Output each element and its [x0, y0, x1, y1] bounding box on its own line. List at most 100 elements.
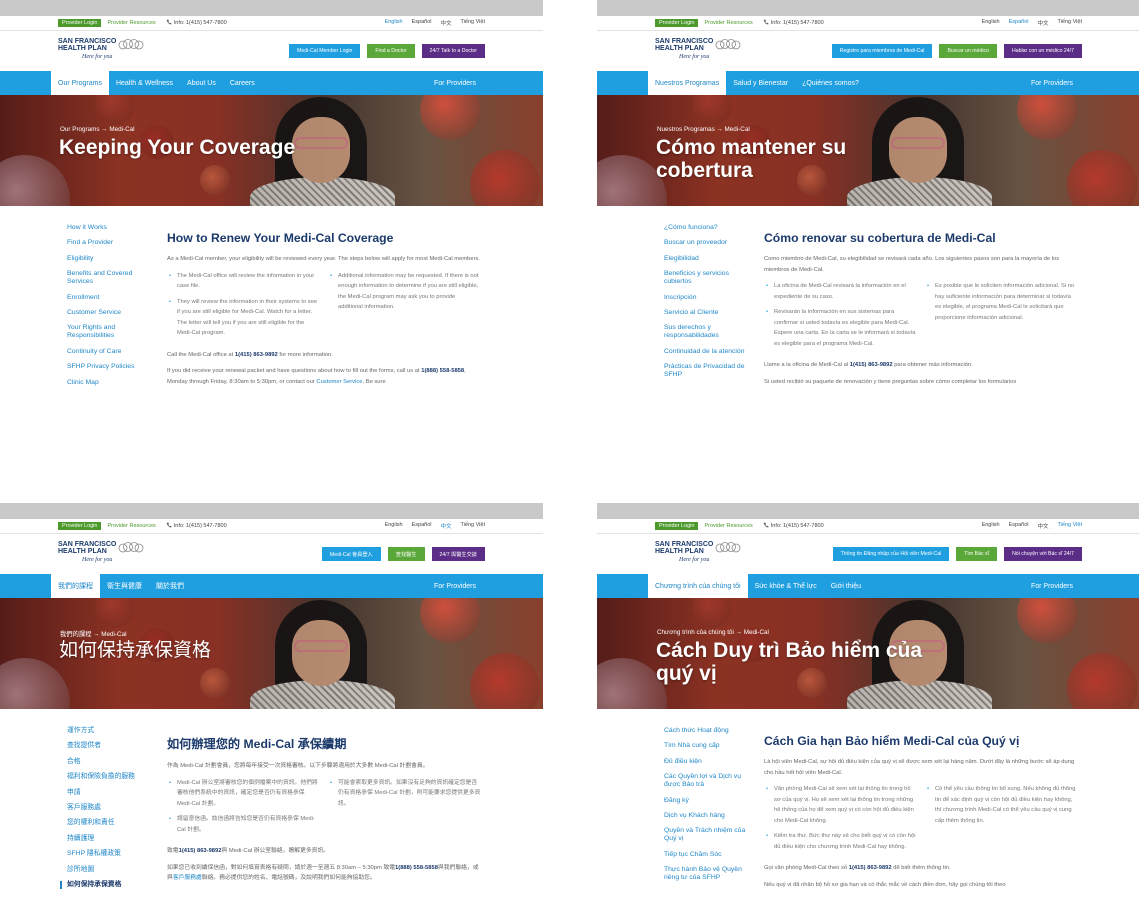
talk-to-doctor-button[interactable]: Nói chuyện với Bác sĩ 24/7	[1004, 547, 1082, 561]
customer-service-link[interactable]: 客戶服務處	[173, 875, 202, 881]
sidebar-item[interactable]: 查找提供者	[67, 742, 151, 750]
language-link[interactable]: Tiếng Việt	[1058, 19, 1082, 27]
language-link[interactable]: 中文	[441, 522, 452, 530]
provider-login-button[interactable]: Provider Login	[58, 19, 102, 27]
member-login-button[interactable]: Medi-Cal Member Login	[289, 44, 361, 58]
provider-resources-link[interactable]: Provider Resources	[704, 20, 752, 26]
sidebar-item[interactable]: 您的權利和責任	[67, 819, 151, 827]
nav-tab[interactable]: ¿Quiénes somos?	[795, 71, 866, 95]
sidebar-item[interactable]: Đăng ký	[664, 797, 748, 805]
language-link[interactable]: English	[982, 19, 1000, 27]
sidebar-item[interactable]: Tiếp tục Chăm Sóc	[664, 851, 748, 859]
language-link[interactable]: Español	[412, 19, 432, 27]
for-providers-link[interactable]: For Providers	[434, 80, 476, 87]
provider-login-button[interactable]: Provider Login	[58, 522, 102, 530]
sidebar-item[interactable]: 診所地圖	[67, 866, 151, 874]
sidebar-item[interactable]: SFHP Privacy Policies	[67, 363, 151, 371]
nav-tab[interactable]: Our Programs	[51, 71, 109, 95]
sidebar-item[interactable]: Customer Service	[67, 309, 151, 317]
provider-resources-link[interactable]: Provider Resources	[107, 20, 155, 26]
language-link[interactable]: 中文	[441, 19, 452, 27]
nav-tab[interactable]: Sức khỏe & Thể lực	[748, 574, 824, 598]
nav-tab[interactable]: About Us	[180, 71, 223, 95]
customer-service-link[interactable]: Customer Service	[316, 379, 362, 385]
language-link[interactable]: 中文	[1038, 19, 1049, 27]
for-providers-link[interactable]: For Providers	[1031, 80, 1073, 87]
sidebar-item[interactable]: 福利和保險負擔的服務	[67, 773, 151, 781]
language-link[interactable]: Español	[1009, 19, 1029, 27]
sidebar-item[interactable]: Dịch vụ Khách hàng	[664, 812, 748, 820]
sidebar-item[interactable]: Enrollment	[67, 294, 151, 302]
member-login-button[interactable]: Registro para miembros de Medi-Cal	[831, 44, 933, 58]
find-doctor-button[interactable]: Buscar un médico	[939, 44, 997, 58]
talk-to-doctor-button[interactable]: Hablar con un médico 24/7	[1004, 44, 1082, 58]
for-providers-link[interactable]: For Providers	[1031, 583, 1073, 590]
sidebar-item[interactable]: 客戶服務處	[67, 804, 151, 812]
find-doctor-button[interactable]: 查找醫生	[387, 547, 425, 561]
nav-tab[interactable]: 衛生與健康	[100, 574, 149, 598]
for-providers-link[interactable]: For Providers	[434, 583, 476, 590]
provider-login-button[interactable]: Provider Login	[655, 522, 699, 530]
sidebar-item[interactable]: Quyền và Trách nhiệm của Quý vị	[664, 827, 748, 843]
language-link[interactable]: 中文	[1038, 522, 1049, 530]
sidebar-item[interactable]: Sus derechos y responsabilidades	[664, 324, 748, 340]
sidebar-item[interactable]: 如何保持承保資格	[60, 880, 151, 889]
provider-resources-link[interactable]: Provider Resources	[107, 523, 155, 529]
sidebar-item[interactable]: Elegibilidad	[664, 255, 748, 263]
sidebar-item[interactable]: 持續護理	[67, 835, 151, 843]
sidebar-item[interactable]: Servicio al Cliente	[664, 309, 748, 317]
sidebar-item[interactable]: Clinic Map	[67, 379, 151, 387]
sidebar-item[interactable]: Thực hành Bảo vệ Quyền riêng tư của SFHP	[664, 866, 748, 882]
sidebar-item[interactable]: Tìm Nhà cung cấp	[664, 742, 748, 750]
sfhp-logo[interactable]: SAN FRANCISCO HEALTH PLAN Here for you	[655, 38, 765, 64]
language-link[interactable]: English	[982, 522, 1000, 530]
nav-tab[interactable]: Nuestros Programas	[648, 71, 727, 95]
sfhp-logo[interactable]: SAN FRANCISCO HEALTH PLAN Here for you	[58, 541, 168, 567]
talk-to-doctor-button[interactable]: 24/7 與醫生交談	[431, 547, 485, 561]
sidebar-item[interactable]: Continuity of Care	[67, 348, 151, 356]
provider-resources-link[interactable]: Provider Resources	[704, 523, 752, 529]
sidebar-item[interactable]: Đủ điều kiện	[664, 758, 748, 766]
sidebar-item[interactable]: How it Works	[67, 224, 151, 232]
bullet-item: 請留意信函。該信函將告知您是否仍有資格參保 Medi-Cal 計劃。	[167, 814, 320, 835]
nav-tab[interactable]: Health & Wellness	[109, 71, 180, 95]
sidebar-item[interactable]: 運作方式	[67, 727, 151, 735]
sidebar-item[interactable]: 合格	[67, 758, 151, 766]
provider-login-button[interactable]: Provider Login	[655, 19, 699, 27]
sidebar-item[interactable]: Buscar un proveedor	[664, 239, 748, 247]
nav-tab[interactable]: Giới thiệu	[824, 574, 868, 598]
nav-tab[interactable]: Careers	[223, 71, 262, 95]
sidebar-item[interactable]: Cách thức Hoạt động	[664, 727, 748, 735]
nav-tab[interactable]: Chương trình của chúng tôi	[648, 574, 748, 598]
language-link[interactable]: Tiếng Việt	[461, 522, 485, 530]
language-link[interactable]: English	[385, 19, 403, 27]
language-link[interactable]: Español	[412, 522, 432, 530]
sidebar-item[interactable]: Benefits and Covered Services	[67, 270, 151, 286]
sidebar-item[interactable]: Các Quyền lợi và Dịch vụ được Bảo trả	[664, 773, 748, 789]
find-doctor-button[interactable]: Tìm Bác sĩ	[956, 547, 998, 561]
bullet-item: Có thể yêu cầu thông tin bổ sung. Nếu kh…	[925, 784, 1078, 826]
sidebar-item[interactable]: SFHP 隱私權政策	[67, 850, 151, 858]
language-link[interactable]: English	[385, 522, 403, 530]
sidebar-item[interactable]: Find a Provider	[67, 239, 151, 247]
sidebar-item[interactable]: 申請	[67, 789, 151, 797]
sfhp-logo[interactable]: SAN FRANCISCO HEALTH PLAN Here for you	[58, 38, 168, 64]
language-link[interactable]: Español	[1009, 522, 1029, 530]
sidebar-item[interactable]: Eligibility	[67, 255, 151, 263]
language-link[interactable]: Tiếng Việt	[1058, 522, 1082, 530]
sidebar-item[interactable]: Beneficios y servicios cubiertos	[664, 270, 748, 286]
sidebar-item[interactable]: Inscripción	[664, 294, 748, 302]
nav-tab[interactable]: 我們的課程	[51, 574, 100, 598]
sidebar-item[interactable]: ¿Cómo funciona?	[664, 224, 748, 232]
nav-tab[interactable]: Salud y Bienestar	[726, 71, 795, 95]
sidebar-item[interactable]: Your Rights and Responsibilities	[67, 324, 151, 340]
member-login-button[interactable]: Thông tin Đăng nhập của Hội viên Medi-Ca…	[832, 547, 950, 561]
find-doctor-button[interactable]: Find a Doctor	[367, 44, 415, 58]
sidebar-item[interactable]: Prácticas de Privacidad de SFHP	[664, 363, 748, 379]
talk-to-doctor-button[interactable]: 24/7 Talk to a Doctor	[421, 44, 485, 58]
sidebar-item[interactable]: Continuidad de la atención	[664, 348, 748, 356]
member-login-button[interactable]: Medi-Cal 會員登入	[321, 547, 381, 561]
language-link[interactable]: Tiếng Việt	[461, 19, 485, 27]
nav-tab[interactable]: 關於我們	[149, 574, 191, 598]
sfhp-logo[interactable]: SAN FRANCISCO HEALTH PLAN Here for you	[655, 541, 765, 567]
